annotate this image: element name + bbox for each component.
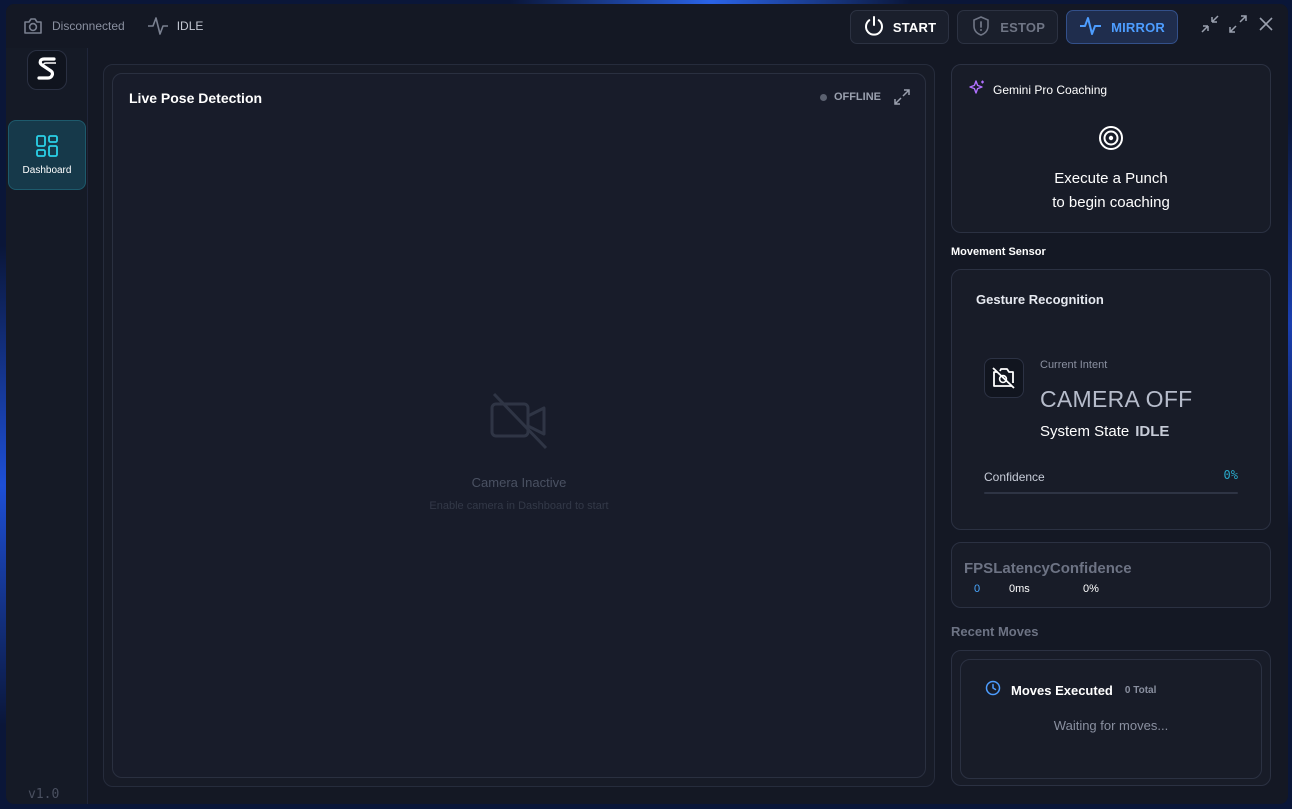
state-value: IDLE [1135, 423, 1170, 440]
minimize-icon[interactable] [1200, 14, 1220, 34]
system-state-row: System State IDLE [1040, 423, 1169, 440]
camera-placeholder: Camera Inactive Enable camera in Dashboa… [113, 390, 925, 512]
dashboard-icon [35, 134, 59, 161]
coaching-message: Execute a Punch to begin coaching [952, 167, 1270, 215]
start-label: START [892, 19, 937, 35]
camera-inactive-hint: Enable camera in Dashboard to start [429, 500, 609, 512]
intent-value: CAMERA OFF [1040, 386, 1193, 412]
estop-label: ESTOP [1000, 19, 1046, 35]
clock-icon [985, 680, 1001, 701]
coaching-line-2: to begin coaching [1052, 194, 1170, 211]
system-state: IDLE [176, 19, 204, 33]
start-button[interactable]: START [849, 10, 950, 44]
moves-empty-state: Waiting for moves... [1053, 718, 1169, 733]
status-dot [819, 93, 827, 101]
top-bar: Disconnected IDLE START ESTOP MIRROR [6, 4, 1288, 48]
fps-label: FPS [964, 560, 994, 577]
status-area: Disconnected IDLE [22, 16, 203, 36]
control-buttons: START ESTOP MIRROR [849, 10, 1178, 44]
app-window: Disconnected IDLE START ESTOP MIRROR Das… [6, 4, 1288, 804]
sidebar: Dashboard v1.0 [6, 48, 88, 804]
gemini-coaching-card: Gemini Pro Coaching Execute a Punch to b… [951, 64, 1271, 233]
state-label: System State [1040, 423, 1130, 440]
stats-confidence-value: 0% [1083, 583, 1099, 595]
moves-executed-card: Moves Executed 0 Total Waiting for moves… [960, 659, 1262, 779]
confidence-label: Confidence [984, 470, 1045, 484]
gesture-recognition-card: Gesture Recognition Current Intent CAMER… [951, 269, 1271, 530]
power-icon [863, 15, 885, 40]
gemini-header: Gemini Pro Coaching [968, 79, 1107, 100]
gemini-title: Gemini Pro Coaching [993, 82, 1108, 97]
confidence-bar [984, 492, 1238, 494]
recent-moves-panel: Moves Executed 0 Total Waiting for moves… [951, 650, 1271, 786]
camera-inactive-title: Camera Inactive [471, 475, 567, 490]
connection-status: Disconnected [52, 19, 125, 33]
sidebar-item-label: Dashboard [22, 165, 72, 176]
intent-label: Current Intent [1040, 359, 1108, 371]
coaching-line-1: Execute a Punch [1054, 170, 1168, 187]
maximize-icon[interactable] [1228, 14, 1248, 34]
main-panel: Live Pose Detection OFFLINE Camera Inact… [103, 64, 935, 787]
camera-off-icon [984, 358, 1024, 398]
feed-status-label: OFFLINE [833, 91, 881, 103]
latency-label: Latency [993, 560, 1050, 577]
panel-title: Live Pose Detection [129, 90, 263, 106]
movement-sensor-label: Movement Sensor [951, 246, 1046, 258]
moves-header: Moves Executed 0 Total [985, 680, 1156, 701]
stats-confidence-label: Confidence [1049, 560, 1132, 577]
app-logo [27, 50, 67, 90]
shield-alert-icon [970, 15, 992, 40]
gesture-title: Gesture Recognition [976, 292, 1104, 307]
fps-value: 0 [974, 583, 981, 595]
stats-labels: FPS Latency Confidence [964, 560, 1132, 577]
sparkle-icon [968, 79, 986, 100]
sidebar-item-dashboard[interactable]: Dashboard [8, 120, 86, 190]
pulse-icon [1079, 16, 1103, 39]
camera-off-icon [488, 390, 550, 457]
moves-title: Moves Executed [1011, 683, 1113, 698]
stats-card: FPS Latency Confidence 0 0ms 0% [951, 542, 1271, 608]
confidence-value: 0% [1223, 468, 1238, 482]
recent-moves-label: Recent Moves [951, 624, 1039, 639]
close-icon[interactable] [1256, 14, 1276, 34]
feed-status: OFFLINE [819, 91, 881, 103]
expand-icon[interactable] [893, 88, 911, 111]
mirror-button[interactable]: MIRROR [1066, 10, 1178, 44]
camera-icon [22, 17, 44, 35]
target-icon [952, 125, 1270, 151]
estop-button[interactable]: ESTOP [957, 10, 1059, 44]
version-label: v1.0 [28, 787, 60, 802]
moves-count: 0 Total [1124, 685, 1157, 696]
window-controls [1200, 14, 1276, 34]
latency-value: 0ms [1009, 583, 1030, 595]
activity-icon [147, 16, 169, 36]
video-panel: Live Pose Detection OFFLINE Camera Inact… [112, 73, 926, 778]
mirror-label: MIRROR [1111, 19, 1165, 35]
